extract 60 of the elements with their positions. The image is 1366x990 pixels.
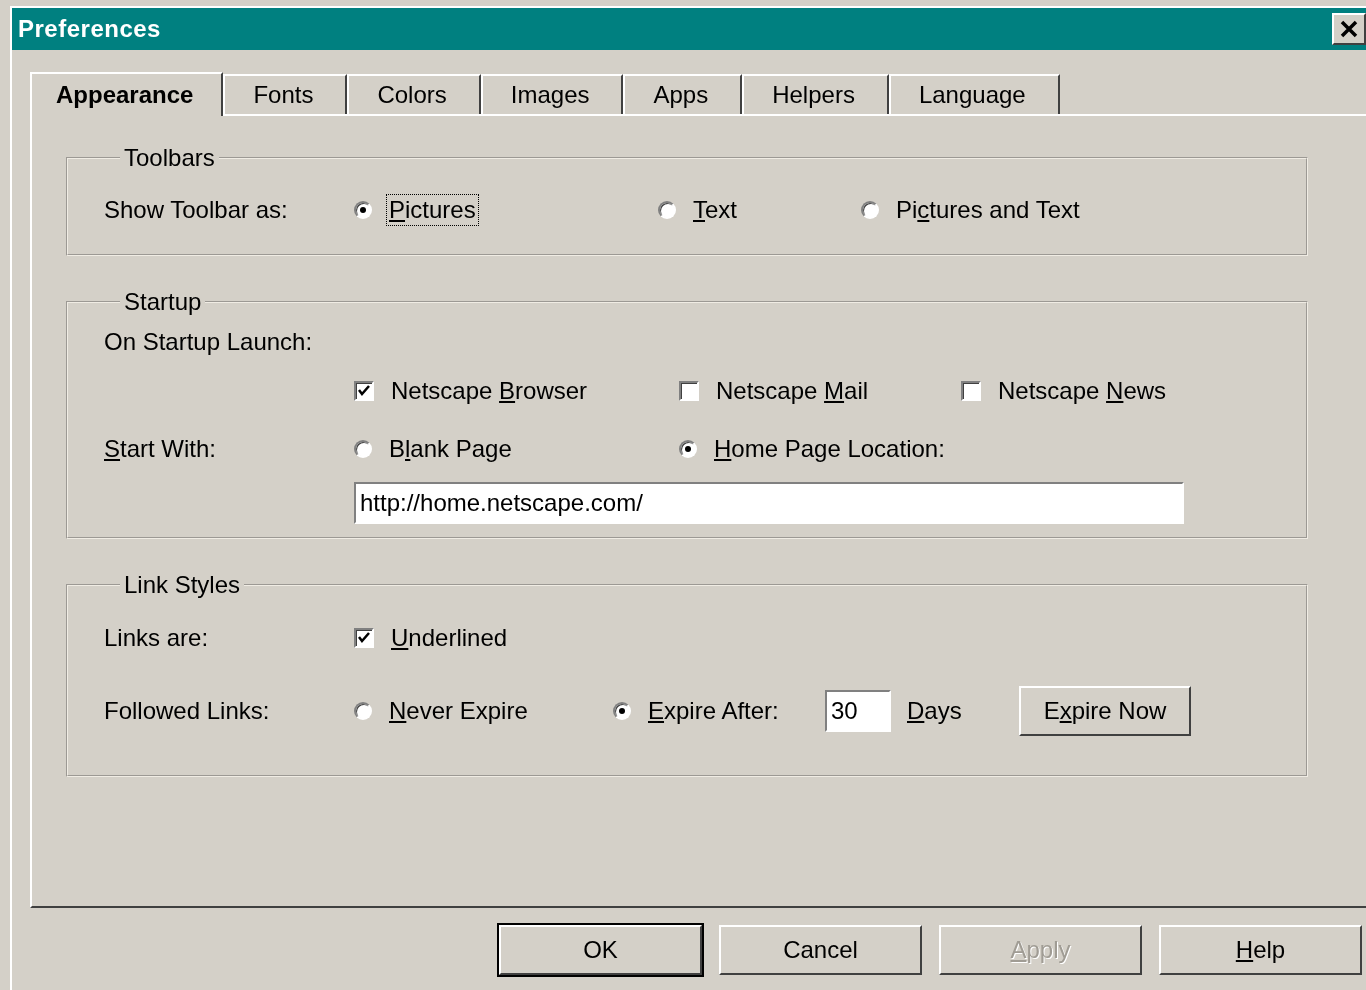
dialog-button[interactable]: OK xyxy=(499,925,702,975)
expire-now-button[interactable]: Expire Now xyxy=(1019,686,1191,736)
tab[interactable]: Helpers xyxy=(742,74,889,114)
checkbox-option[interactable]: Underlined xyxy=(354,622,1306,654)
option-label: Blank Page xyxy=(388,434,513,464)
checkbox-option[interactable]: Netscape Mail xyxy=(679,375,961,407)
tab[interactable]: Images xyxy=(480,74,624,114)
close-button[interactable] xyxy=(1332,13,1366,45)
option-label: Text xyxy=(692,195,738,225)
radio-option[interactable]: Pictures and Text xyxy=(861,194,1306,226)
group-title: Toolbars xyxy=(123,144,216,172)
radio-option[interactable]: Never Expire xyxy=(354,695,613,727)
radio-button[interactable] xyxy=(679,440,697,458)
radio-option[interactable]: Expire After: xyxy=(613,695,825,727)
option-label: Netscape News xyxy=(997,376,1168,406)
radio-button[interactable] xyxy=(354,702,372,720)
checkbox-option[interactable]: Netscape News xyxy=(961,375,1306,407)
tab[interactable]: Appearance xyxy=(30,72,224,116)
radio-button[interactable] xyxy=(658,201,676,219)
option-label: Home Page Location: xyxy=(713,434,946,464)
field-label: Links are: xyxy=(104,624,210,652)
checkbox[interactable] xyxy=(354,381,374,401)
radio-button[interactable] xyxy=(354,201,372,219)
option-label: Expire After: xyxy=(647,696,780,726)
checkbox[interactable] xyxy=(961,381,981,401)
radio-button[interactable] xyxy=(613,702,631,720)
option-label: Netscape Mail xyxy=(715,376,870,406)
tab[interactable]: Language xyxy=(888,74,1060,114)
group-title: Startup xyxy=(123,288,203,316)
option-label: Netscape Browser xyxy=(390,376,589,406)
check-icon xyxy=(357,631,371,645)
tab[interactable]: Apps xyxy=(623,74,743,114)
url-field[interactable]: http://home.netscape.com/ xyxy=(354,482,1184,524)
radio-button[interactable] xyxy=(861,201,879,219)
radio-button[interactable] xyxy=(354,440,372,458)
window-title: Preferences xyxy=(18,15,161,43)
option-label: Pictures and Text xyxy=(895,195,1081,225)
field-label: Show Toolbar as: xyxy=(104,196,289,224)
tab[interactable]: Colors xyxy=(347,74,481,114)
close-icon xyxy=(1339,20,1359,38)
option-label: Never Expire xyxy=(388,696,529,726)
option-label: Pictures xyxy=(386,194,479,226)
radio-option[interactable]: Blank Page xyxy=(354,433,679,465)
tab[interactable]: Fonts xyxy=(223,74,348,114)
checkbox[interactable] xyxy=(679,381,699,401)
field-label: On Startup Launch: xyxy=(104,328,314,356)
field-label: Start With: xyxy=(104,435,218,463)
checkbox-option[interactable]: Netscape Browser xyxy=(354,375,679,407)
option-label: Underlined xyxy=(390,623,509,653)
field-label: Days xyxy=(907,697,963,725)
radio-option[interactable]: Text xyxy=(658,194,861,226)
group-title: Link Styles xyxy=(123,571,242,599)
days-field[interactable]: 30 xyxy=(825,690,891,732)
dialog-button[interactable]: Help xyxy=(1159,925,1362,975)
dialog-button[interactable]: Cancel xyxy=(719,925,922,975)
radio-option[interactable]: Pictures xyxy=(354,194,658,226)
field-label: Followed Links: xyxy=(104,697,271,725)
checkbox[interactable] xyxy=(354,628,374,648)
radio-option[interactable]: Home Page Location: xyxy=(679,433,1306,465)
check-icon xyxy=(357,384,371,398)
